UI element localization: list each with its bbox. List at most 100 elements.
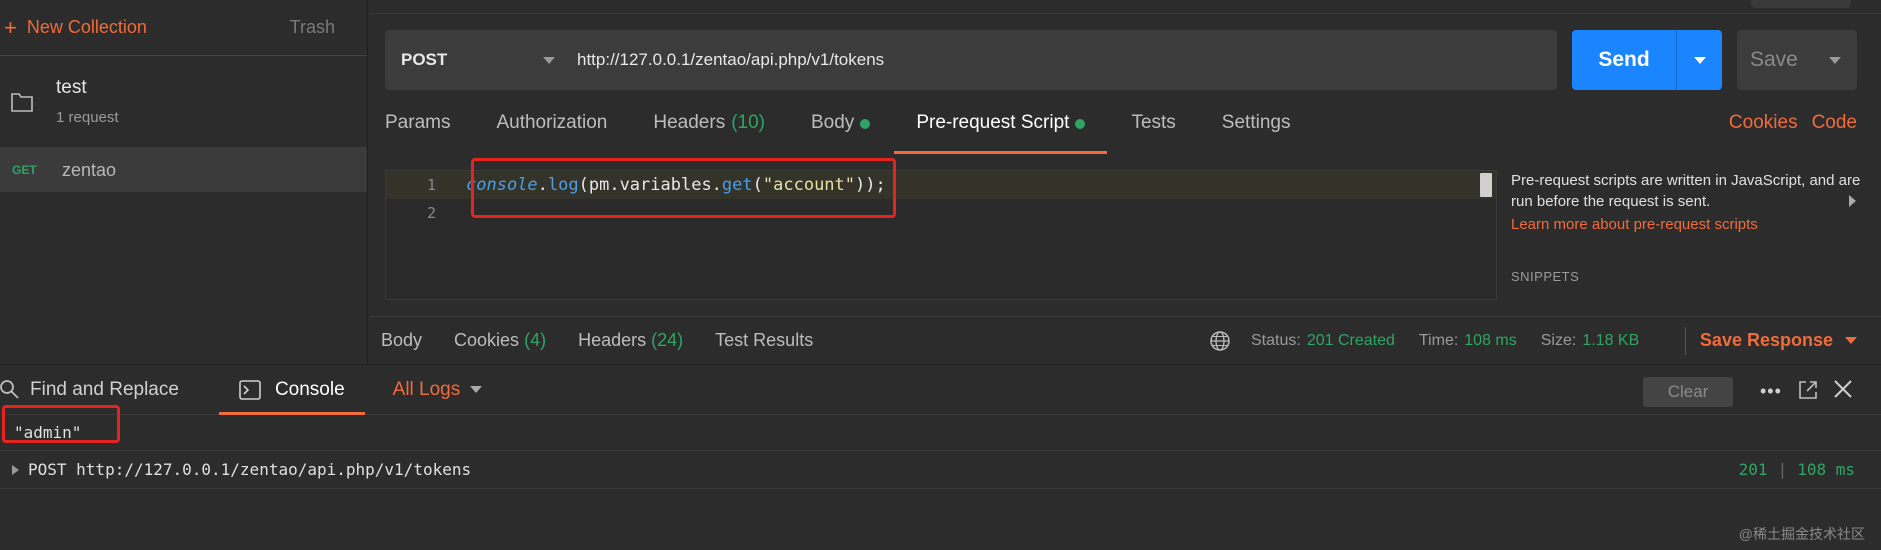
postman-window: + New Collection Trash test 1 request GE…: [0, 0, 1881, 550]
collection-name: test: [56, 77, 87, 98]
chevron-down-icon: [543, 56, 555, 64]
response-headers-count: (24): [651, 330, 684, 350]
new-collection-label: New Collection: [26, 17, 147, 37]
chevron-right-icon[interactable]: [1849, 195, 1856, 207]
tab-headers[interactable]: Headers (10): [653, 112, 765, 154]
send-options-button[interactable]: [1676, 30, 1722, 90]
time-value: 108 ms: [1464, 331, 1517, 349]
popout-icon[interactable]: [1797, 379, 1819, 401]
tab-authorization[interactable]: Authorization: [496, 112, 607, 154]
response-tab-cookies[interactable]: Cookies (4): [454, 330, 546, 351]
request-item-zentao[interactable]: GET zentao: [0, 148, 367, 192]
tab-authorization-label: Authorization: [496, 112, 608, 133]
plus-icon: +: [4, 14, 17, 40]
clear-button[interactable]: Clear: [1643, 377, 1733, 407]
log-level-select[interactable]: All Logs: [393, 379, 483, 401]
meta-separator: |: [1777, 460, 1788, 479]
save-response-label: Save Response: [1699, 330, 1833, 350]
response-tab-test-results[interactable]: Test Results: [715, 330, 813, 351]
search-icon: [0, 379, 19, 399]
sidebar-header: + New Collection Trash: [0, 0, 367, 56]
method-label: POST: [401, 50, 448, 69]
tab-params-label: Params: [385, 112, 451, 133]
tab-settings-label: Settings: [1221, 112, 1291, 133]
line-number: 1: [426, 176, 436, 194]
log-status: 201: [1738, 460, 1768, 479]
tab-links: Cookies Code: [1729, 112, 1857, 134]
window-controls: [1751, 0, 1851, 8]
editor-scrollbar[interactable]: [1480, 173, 1492, 197]
url-bar: POST http://127.0.0.1/zentao/api.php/v1/…: [385, 30, 1557, 90]
save-button[interactable]: Save: [1737, 30, 1857, 90]
save-response-button[interactable]: Save Response: [1684, 326, 1857, 355]
tab-headers-count: (10): [731, 112, 765, 133]
response-bar: Body Cookies (4) Headers (24) Test Resul…: [369, 316, 1881, 364]
chevron-down-icon: [1829, 56, 1841, 64]
help-text: Pre-request scripts are written in JavaS…: [1511, 172, 1861, 210]
status-value: 201 Created: [1306, 331, 1395, 349]
collection-folder-icon: [11, 92, 33, 112]
body-indicator-dot: [860, 119, 871, 129]
prerequest-indicator-dot: [1075, 119, 1086, 129]
highlight-box-output: [2, 405, 120, 443]
chevron-down-icon: [1693, 56, 1706, 64]
new-collection-button[interactable]: + New Collection: [4, 14, 147, 40]
console-tab[interactable]: Console: [218, 365, 365, 415]
console-log-output[interactable]: "admin": [0, 415, 1881, 451]
response-cookies-count: (4): [524, 330, 547, 350]
response-cookies-label: Cookies: [454, 330, 520, 350]
size-value: 1.18 KB: [1582, 331, 1640, 349]
chevron-down-icon: [1845, 337, 1857, 344]
expand-triangle-icon[interactable]: [12, 464, 19, 475]
trash-link[interactable]: Trash: [290, 17, 335, 38]
tab-pre-request-script[interactable]: Pre-request Script: [894, 112, 1108, 154]
tab-tests-label: Tests: [1131, 112, 1176, 133]
url-input[interactable]: http://127.0.0.1/zentao/api.php/v1/token…: [577, 50, 884, 70]
terminal-icon: [239, 379, 261, 400]
close-icon[interactable]: [1832, 378, 1854, 400]
log-request-text: POST http://127.0.0.1/zentao/api.php/v1/…: [28, 460, 472, 479]
log-time: 108 ms: [1797, 460, 1855, 479]
save-label: Save: [1750, 48, 1798, 71]
chevron-down-icon: [470, 386, 483, 393]
response-tab-body[interactable]: Body: [381, 330, 422, 351]
status-label: Status:: [1251, 331, 1301, 349]
line-number: 2: [426, 204, 436, 222]
learn-more-link[interactable]: Learn more about pre-request scripts: [1511, 216, 1861, 233]
tab-prerequest-label: Pre-request Script: [916, 112, 1070, 133]
globe-icon[interactable]: [1209, 330, 1231, 352]
top-strip: [369, 0, 1881, 14]
script-help-panel: Pre-request scripts are written in JavaS…: [1511, 170, 1861, 284]
snippets-heading: SNIPPETS: [1511, 269, 1580, 284]
send-label: Send: [1598, 48, 1650, 71]
tab-headers-label: Headers: [653, 112, 726, 133]
send-button[interactable]: Send: [1572, 30, 1722, 90]
find-replace-label: Find and Replace: [30, 378, 179, 400]
collection-item-test[interactable]: test 1 request: [0, 56, 367, 148]
url-row: POST http://127.0.0.1/zentao/api.php/v1/…: [385, 30, 1881, 90]
console-tab-label: Console: [274, 378, 345, 400]
response-tab-headers[interactable]: Headers (24): [578, 330, 683, 351]
tab-settings[interactable]: Settings: [1222, 112, 1291, 154]
log-level-label: All Logs: [392, 378, 461, 400]
tab-body-label: Body: [811, 112, 855, 133]
tab-tests[interactable]: Tests: [1131, 112, 1175, 154]
method-select[interactable]: POST: [385, 50, 555, 70]
console-log-request[interactable]: POST http://127.0.0.1/zentao/api.php/v1/…: [0, 451, 1881, 489]
request-method-badge: GET: [12, 163, 37, 177]
time-label: Time:: [1418, 331, 1459, 349]
request-name: zentao: [62, 159, 117, 180]
response-headers-label: Headers: [578, 330, 647, 350]
log-request-meta: 201 | 108 ms: [1739, 460, 1855, 479]
watermark: @稀土掘金技术社区: [1738, 526, 1865, 542]
tab-body[interactable]: Body: [811, 112, 871, 154]
tab-params[interactable]: Params: [385, 112, 450, 154]
console-toolbar: Find and Replace Console All Logs Clear …: [0, 365, 1881, 415]
request-tabs: Params Authorization Headers (10) Body Pr…: [385, 112, 1881, 154]
console-panel: Find and Replace Console All Logs Clear …: [0, 364, 1881, 550]
code-link[interactable]: Code: [1812, 112, 1857, 134]
more-options-icon[interactable]: •••: [1760, 381, 1782, 402]
response-stats: Status: 201 Created Time: 108 ms Size: 1…: [1209, 330, 1663, 352]
cookies-link[interactable]: Cookies: [1729, 112, 1798, 134]
size-label: Size:: [1540, 331, 1577, 349]
